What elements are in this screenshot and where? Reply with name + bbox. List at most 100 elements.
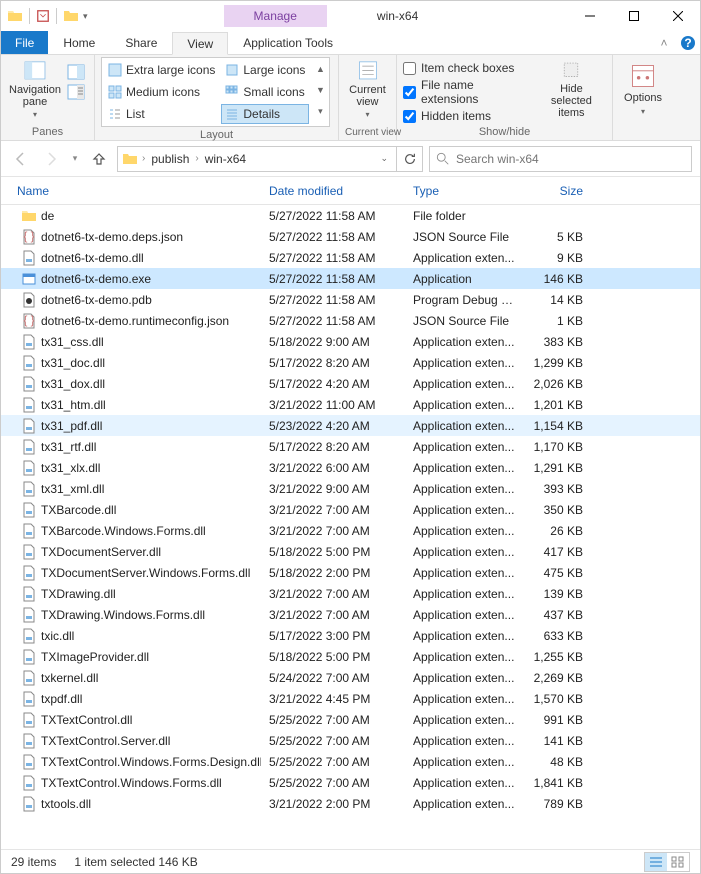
file-row[interactable]: txkernel.dll5/24/2022 7:00 AMApplication…: [1, 667, 700, 688]
crumb-win-x64[interactable]: win-x64: [203, 152, 248, 166]
layout-details[interactable]: Details: [221, 104, 309, 124]
hide-selected-button[interactable]: Hide selected items: [537, 57, 606, 121]
close-button[interactable]: [656, 2, 700, 30]
check-hidden-items[interactable]: Hidden items: [403, 109, 533, 123]
folder-icon: [7, 8, 23, 24]
file-row[interactable]: dotnet6-tx-demo.exe5/27/2022 11:58 AMApp…: [1, 268, 700, 289]
file-row[interactable]: txpdf.dll3/21/2022 4:45 PMApplication ex…: [1, 688, 700, 709]
search-box[interactable]: [429, 146, 692, 172]
recent-locations-icon[interactable]: ▾: [69, 147, 81, 171]
file-row[interactable]: { }dotnet6-tx-demo.runtimeconfig.json5/2…: [1, 310, 700, 331]
file-row[interactable]: TXImageProvider.dll5/18/2022 5:00 PMAppl…: [1, 646, 700, 667]
file-row[interactable]: tx31_pdf.dll5/23/2022 4:20 AMApplication…: [1, 415, 700, 436]
file-row[interactable]: txtools.dll3/21/2022 2:00 PMApplication …: [1, 793, 700, 814]
dll-icon: [21, 607, 37, 623]
chevron-right-icon[interactable]: ›: [142, 153, 145, 164]
file-size: 139 KB: [523, 587, 603, 601]
details-view-toggle[interactable]: [645, 853, 667, 871]
col-size[interactable]: Size: [523, 184, 603, 198]
file-row[interactable]: tx31_rtf.dll5/17/2022 8:20 AMApplication…: [1, 436, 700, 457]
refresh-button[interactable]: [397, 146, 423, 172]
layout-small[interactable]: Small icons: [221, 82, 309, 102]
file-row[interactable]: tx31_xlx.dll3/21/2022 6:00 AMApplication…: [1, 457, 700, 478]
col-type[interactable]: Type: [405, 184, 523, 198]
search-input[interactable]: [456, 152, 685, 166]
forward-button[interactable]: [39, 147, 63, 171]
file-row[interactable]: { }dotnet6-tx-demo.deps.json5/27/2022 11…: [1, 226, 700, 247]
gallery-down-icon[interactable]: ▼: [313, 83, 327, 97]
address-bar[interactable]: › publish › win-x64 ⌄: [117, 146, 397, 172]
tab-file[interactable]: File: [1, 31, 48, 54]
file-name: TXBarcode.Windows.Forms.dll: [41, 524, 206, 538]
file-row[interactable]: de5/27/2022 11:58 AMFile folder: [1, 205, 700, 226]
maximize-button[interactable]: [612, 2, 656, 30]
file-row[interactable]: tx31_dox.dll5/17/2022 4:20 AMApplication…: [1, 373, 700, 394]
file-row[interactable]: tx31_xml.dll3/21/2022 9:00 AMApplication…: [1, 478, 700, 499]
file-list[interactable]: Name Date modified Type Size de 5/27/2022…: [1, 177, 700, 849]
back-button[interactable]: [9, 147, 33, 171]
tab-home[interactable]: Home: [48, 31, 110, 54]
up-button[interactable]: [87, 147, 111, 171]
navigation-pane-button[interactable]: Navigation pane ▾: [7, 57, 63, 121]
file-row[interactable]: TXBarcode.Windows.Forms.dll3/21/2022 7:0…: [1, 520, 700, 541]
options-button[interactable]: Options ▾: [619, 57, 667, 121]
gallery-more-icon[interactable]: ▾: [313, 104, 327, 118]
file-row[interactable]: TXTextControl.Server.dll5/25/2022 7:00 A…: [1, 730, 700, 751]
file-row[interactable]: tx31_htm.dll3/21/2022 11:00 AMApplicatio…: [1, 394, 700, 415]
ribbon-collapse-icon[interactable]: ˄: [652, 31, 676, 54]
layout-gallery[interactable]: Extra large icons Large icons ▲ ▼ ▾ Medi…: [101, 57, 330, 127]
layout-extra-large[interactable]: Extra large icons: [104, 60, 219, 80]
file-row[interactable]: TXTextControl.Windows.Forms.dll5/25/2022…: [1, 772, 700, 793]
group-label-current-view: Current view: [345, 125, 390, 140]
check-file-extensions[interactable]: File name extensions: [403, 78, 533, 106]
tab-share[interactable]: Share: [110, 31, 172, 54]
check-item-checkboxes[interactable]: Item check boxes: [403, 61, 533, 75]
tab-view[interactable]: View: [172, 32, 228, 55]
file-row[interactable]: tx31_css.dll5/18/2022 9:00 AMApplication…: [1, 331, 700, 352]
qat-dropdown-icon[interactable]: ▾: [83, 11, 88, 22]
file-row[interactable]: dotnet6-tx-demo.dll5/27/2022 11:58 AMApp…: [1, 247, 700, 268]
file-row[interactable]: dotnet6-tx-demo.pdb5/27/2022 11:58 AMPro…: [1, 289, 700, 310]
file-row[interactable]: TXDocumentServer.dll5/18/2022 5:00 PMApp…: [1, 541, 700, 562]
col-date[interactable]: Date modified: [261, 184, 405, 198]
file-row[interactable]: txic.dll5/17/2022 3:00 PMApplication ext…: [1, 625, 700, 646]
file-date: 5/25/2022 7:00 AM: [261, 755, 405, 769]
file-type: Application exten...: [405, 587, 523, 601]
file-type: Application exten...: [405, 734, 523, 748]
file-row[interactable]: TXDrawing.Windows.Forms.dll3/21/2022 7:0…: [1, 604, 700, 625]
file-date: 5/27/2022 11:58 AM: [261, 230, 405, 244]
current-view-button[interactable]: Current view ▾: [345, 57, 390, 121]
chevron-right-icon[interactable]: ›: [195, 153, 198, 164]
details-pane-icon[interactable]: [67, 83, 85, 101]
file-row[interactable]: TXDrawing.dll3/21/2022 7:00 AMApplicatio…: [1, 583, 700, 604]
file-row[interactable]: TXDocumentServer.Windows.Forms.dll5/18/2…: [1, 562, 700, 583]
json-icon: { }: [21, 313, 37, 329]
qat-properties-icon[interactable]: [36, 9, 50, 23]
qat-folder-icon[interactable]: [63, 8, 79, 24]
layout-list[interactable]: List: [104, 104, 219, 124]
file-type: JSON Source File: [405, 314, 523, 328]
file-row[interactable]: TXTextControl.Windows.Forms.Design.dll5/…: [1, 751, 700, 772]
file-row[interactable]: TXTextControl.dll5/25/2022 7:00 AMApplic…: [1, 709, 700, 730]
address-dropdown-icon[interactable]: ⌄: [376, 153, 392, 164]
tab-application-tools[interactable]: Application Tools: [228, 31, 348, 54]
file-name: de: [41, 209, 54, 223]
file-row[interactable]: tx31_doc.dll5/17/2022 8:20 AMApplication…: [1, 352, 700, 373]
col-name[interactable]: Name: [1, 184, 261, 198]
crumb-publish[interactable]: publish: [149, 152, 191, 166]
help-button[interactable]: ?: [676, 31, 700, 54]
layout-large[interactable]: Large icons: [221, 60, 309, 80]
thumbnails-view-toggle[interactable]: [667, 853, 689, 871]
context-tab-manage[interactable]: Manage: [224, 5, 327, 27]
ribbon: Navigation pane ▾ Panes Extra large icon…: [1, 55, 700, 141]
file-type: Application exten...: [405, 566, 523, 580]
dll-icon: [21, 691, 37, 707]
minimize-button[interactable]: [568, 2, 612, 30]
gallery-up-icon[interactable]: ▲: [313, 62, 327, 76]
file-date: 5/27/2022 11:58 AM: [261, 209, 405, 223]
file-row[interactable]: TXBarcode.dll3/21/2022 7:00 AMApplicatio…: [1, 499, 700, 520]
layout-medium[interactable]: Medium icons: [104, 82, 219, 102]
navigation-pane-icon: [21, 59, 49, 82]
file-size: 1,201 KB: [523, 398, 603, 412]
preview-pane-icon[interactable]: [67, 63, 85, 81]
